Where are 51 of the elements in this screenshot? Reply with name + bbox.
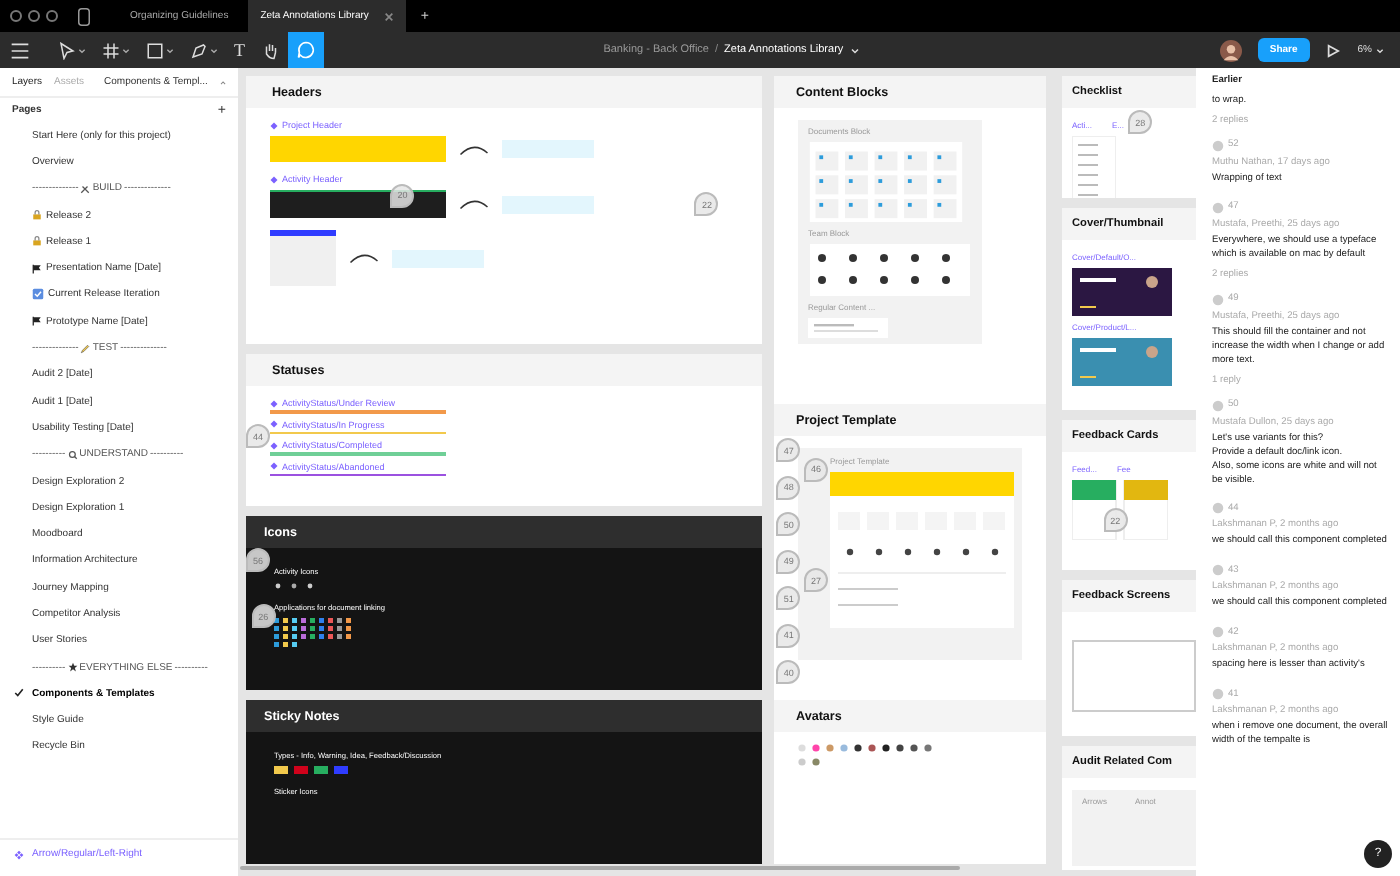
tools-icon	[80, 183, 91, 194]
content-card-drawing	[808, 318, 888, 338]
caret-icon[interactable]	[78, 47, 86, 53]
component-icon	[270, 121, 278, 129]
comment-pin-icon	[1212, 201, 1224, 214]
play-icon[interactable]	[1325, 43, 1340, 57]
hand-icon[interactable]	[261, 41, 279, 59]
flag-icon	[32, 316, 42, 327]
component-icon	[270, 175, 278, 183]
screen-placeholder	[1072, 640, 1196, 712]
checklist-drawing	[1072, 136, 1116, 198]
annotation-thumbnail	[502, 195, 594, 213]
annotation-thumbnail	[502, 140, 594, 158]
comment-pin-icon	[1212, 564, 1224, 577]
caret-icon[interactable]	[166, 47, 174, 53]
lock-icon	[32, 210, 42, 221]
comment-pin-icon	[1212, 399, 1224, 412]
feedback-card-drawing	[1072, 480, 1168, 540]
file-icon[interactable]	[78, 7, 90, 25]
annotation-thumbnail	[392, 249, 484, 267]
checkmark-icon	[14, 688, 24, 699]
checkbox-icon	[32, 288, 44, 301]
caret-icon[interactable]	[210, 47, 218, 53]
pointer-icon[interactable]	[58, 41, 76, 59]
comment-pin-icon	[1212, 626, 1224, 639]
pencil-icon	[80, 343, 91, 354]
avatar-set-drawing	[798, 744, 938, 768]
magnifier-icon	[67, 449, 78, 460]
comment-pin-icon	[1212, 293, 1224, 306]
star-icon	[67, 662, 78, 673]
scrollbar[interactable]	[240, 866, 960, 870]
lock-icon	[32, 236, 42, 247]
avatar-icon[interactable]	[1219, 39, 1242, 61]
comment-tool[interactable]	[287, 32, 323, 68]
component-icon	[14, 849, 24, 859]
cover-thumbnail-drawing	[1072, 338, 1172, 386]
frame-icon[interactable]	[102, 41, 120, 59]
pen-icon[interactable]	[190, 41, 208, 59]
square-icon[interactable]	[146, 41, 164, 59]
text-tool[interactable]: T	[226, 32, 253, 68]
chevron-icon[interactable]	[219, 79, 226, 85]
page-thumbnail	[270, 230, 336, 286]
caret-icon[interactable]	[122, 47, 130, 53]
menu-icon[interactable]	[10, 41, 30, 59]
close-icon[interactable]	[384, 11, 395, 21]
comment-pin-icon	[1212, 502, 1224, 515]
app-icon-grid-drawing	[274, 618, 354, 650]
flag-icon	[32, 263, 42, 274]
comment-pin-icon	[1212, 139, 1224, 152]
cover-thumbnail-drawing	[1072, 268, 1172, 316]
comment-pin-icon	[1212, 688, 1224, 701]
